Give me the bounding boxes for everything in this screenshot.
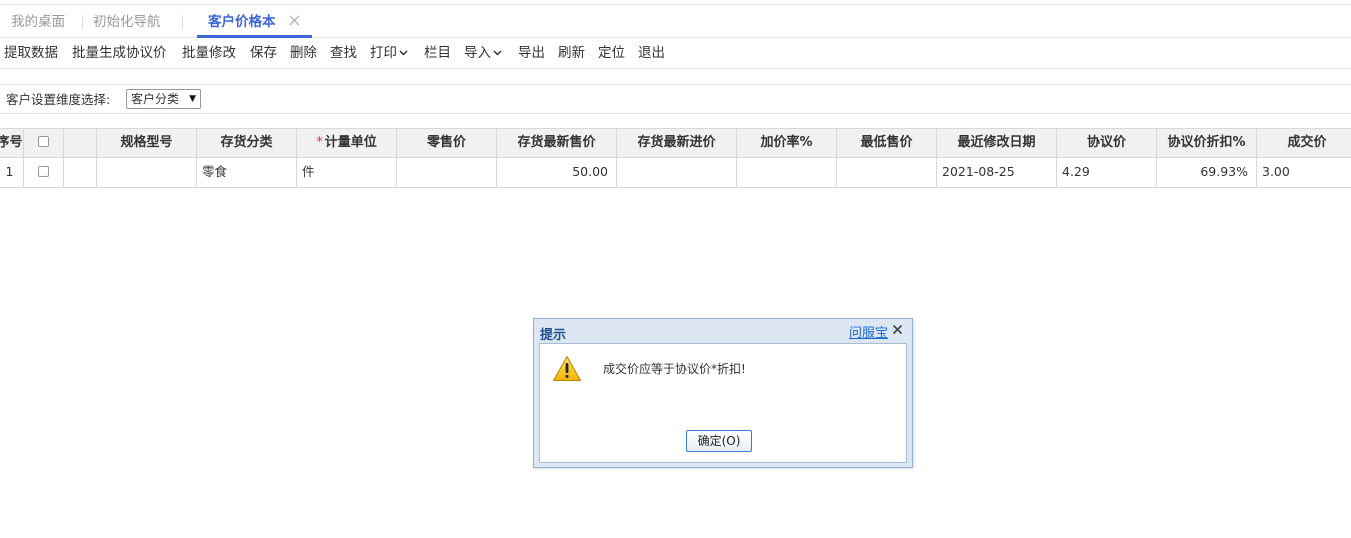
cell-deal[interactable]: 3.00 (1257, 158, 1351, 187)
cell-min-price[interactable] (837, 158, 937, 187)
export-button[interactable]: 导出 (518, 38, 545, 68)
button-label: 批量修改 (182, 45, 236, 61)
save-button[interactable]: 保存 (250, 38, 277, 68)
dialog-body: 成交价应等于协议价*折扣! 确定(O) (539, 343, 907, 463)
close-tab-icon[interactable] (288, 14, 301, 27)
cell-discount[interactable]: 69.93% (1157, 158, 1257, 187)
col-header-category[interactable]: 存货分类 (197, 129, 297, 157)
col-header-select-all (24, 129, 64, 157)
cell-retail[interactable] (397, 158, 497, 187)
fetch-data-button[interactable]: 提取数据 (4, 38, 58, 68)
button-label: 打印 (370, 45, 397, 61)
locate-button[interactable]: 定位 (598, 38, 625, 68)
refresh-button[interactable]: 刷新 (558, 38, 585, 68)
cell-latest-purchase[interactable] (617, 158, 737, 187)
dimension-select[interactable]: 客户分类 ▼ (126, 89, 201, 109)
col-header-latest-sale[interactable]: 存货最新售价 (497, 129, 617, 157)
cell-unit[interactable]: 件 (297, 158, 397, 187)
toolbar: 提取数据 批量生成协议价 批量修改 保存 删除 查找 打印 栏目 导入 导出 刷… (0, 38, 1351, 69)
button-label: 批量生成协议价 (72, 45, 167, 61)
dialog-title: 提示 (540, 328, 567, 343)
col-header-retail[interactable]: 零售价 (397, 129, 497, 157)
cell-modified[interactable]: 2021-08-25 (937, 158, 1057, 187)
select-all-checkbox[interactable] (38, 136, 49, 147)
col-header-unit[interactable]: * 计量单位 (297, 129, 397, 157)
col-header-spec[interactable]: 规格型号 (97, 129, 197, 157)
required-marker: * (316, 135, 323, 150)
find-button[interactable]: 查找 (330, 38, 357, 68)
tab-init-navigation[interactable]: 初始化导航 (93, 5, 161, 37)
cell-spec[interactable] (97, 158, 197, 187)
button-label: 退出 (638, 45, 665, 61)
filter-bar: 客户设置维度选择: 客户分类 ▼ (0, 84, 1351, 114)
col-header-agreed[interactable]: 协议价 (1057, 129, 1157, 157)
col-header-latest-purchase[interactable]: 存货最新进价 (617, 129, 737, 157)
tab-separator (82, 15, 83, 30)
close-icon[interactable] (892, 324, 903, 335)
button-label: 查找 (330, 45, 357, 61)
alert-dialog: 提示 问服宝 成交价应等于协议价*折扣! 确定(O) (533, 318, 913, 468)
col-header-unit-label: 计量单位 (324, 135, 377, 150)
button-label: 提取数据 (4, 45, 58, 61)
col-header-blank (64, 129, 97, 157)
tab-customer-price-book[interactable]: 客户价格本 (208, 5, 276, 37)
batch-generate-agreed-price-button[interactable]: 批量生成协议价 (72, 38, 167, 68)
cell-select (24, 158, 64, 187)
button-label: 定位 (598, 45, 625, 61)
button-label: 栏目 (424, 45, 451, 61)
button-label: 刷新 (558, 45, 585, 61)
exit-button[interactable]: 退出 (638, 38, 665, 68)
table-header-row: 序号 规格型号 存货分类 *计量单位 零售价 存货最新售价 存货最新进价 加价率… (0, 128, 1351, 158)
cell-category[interactable]: 零食 (197, 158, 297, 187)
import-button[interactable]: 导入 (464, 38, 502, 68)
tab-bar: 我的桌面 初始化导航 客户价格本 (0, 5, 1351, 38)
dialog-message: 成交价应等于协议价*折扣! (603, 362, 746, 376)
print-button[interactable]: 打印 (370, 38, 408, 68)
row-checkbox[interactable] (38, 166, 49, 177)
dimension-select-value: 客户分类 (131, 92, 180, 106)
button-label: 导出 (518, 45, 545, 61)
cell-blank (64, 158, 97, 187)
help-link[interactable]: 问服宝 (849, 322, 888, 341)
button-label: 保存 (250, 45, 277, 61)
batch-edit-button[interactable]: 批量修改 (182, 38, 236, 68)
cell-markup[interactable] (737, 158, 837, 187)
tab-separator (182, 15, 183, 30)
col-header-modified[interactable]: 最近修改日期 (937, 129, 1057, 157)
warning-icon (553, 356, 581, 381)
cell-agreed[interactable]: 4.29 (1057, 158, 1157, 187)
button-label: 导入 (464, 45, 491, 61)
dimension-select-label: 客户设置维度选择: (6, 92, 111, 107)
col-header-seq: 序号 (0, 129, 24, 157)
col-header-deal[interactable]: 成交价 (1257, 129, 1351, 157)
cell-latest-sale[interactable]: 50.00 (497, 158, 617, 187)
tab-my-desktop[interactable]: 我的桌面 (11, 5, 65, 37)
ok-button[interactable]: 确定(O) (686, 430, 752, 452)
chevron-down-icon (399, 50, 408, 56)
delete-button[interactable]: 删除 (290, 38, 317, 68)
col-header-min-price[interactable]: 最低售价 (837, 129, 937, 157)
table-row[interactable]: 1 零食 件 50.00 2021-08-25 4.29 69.93% 3.00 (0, 158, 1351, 188)
dropdown-arrow-icon: ▼ (189, 94, 196, 104)
col-header-discount[interactable]: 协议价折扣% (1157, 129, 1257, 157)
button-label: 删除 (290, 45, 317, 61)
col-header-markup[interactable]: 加价率% (737, 129, 837, 157)
chevron-down-icon (493, 50, 502, 56)
columns-button[interactable]: 栏目 (424, 38, 451, 68)
cell-seq: 1 (0, 158, 24, 187)
